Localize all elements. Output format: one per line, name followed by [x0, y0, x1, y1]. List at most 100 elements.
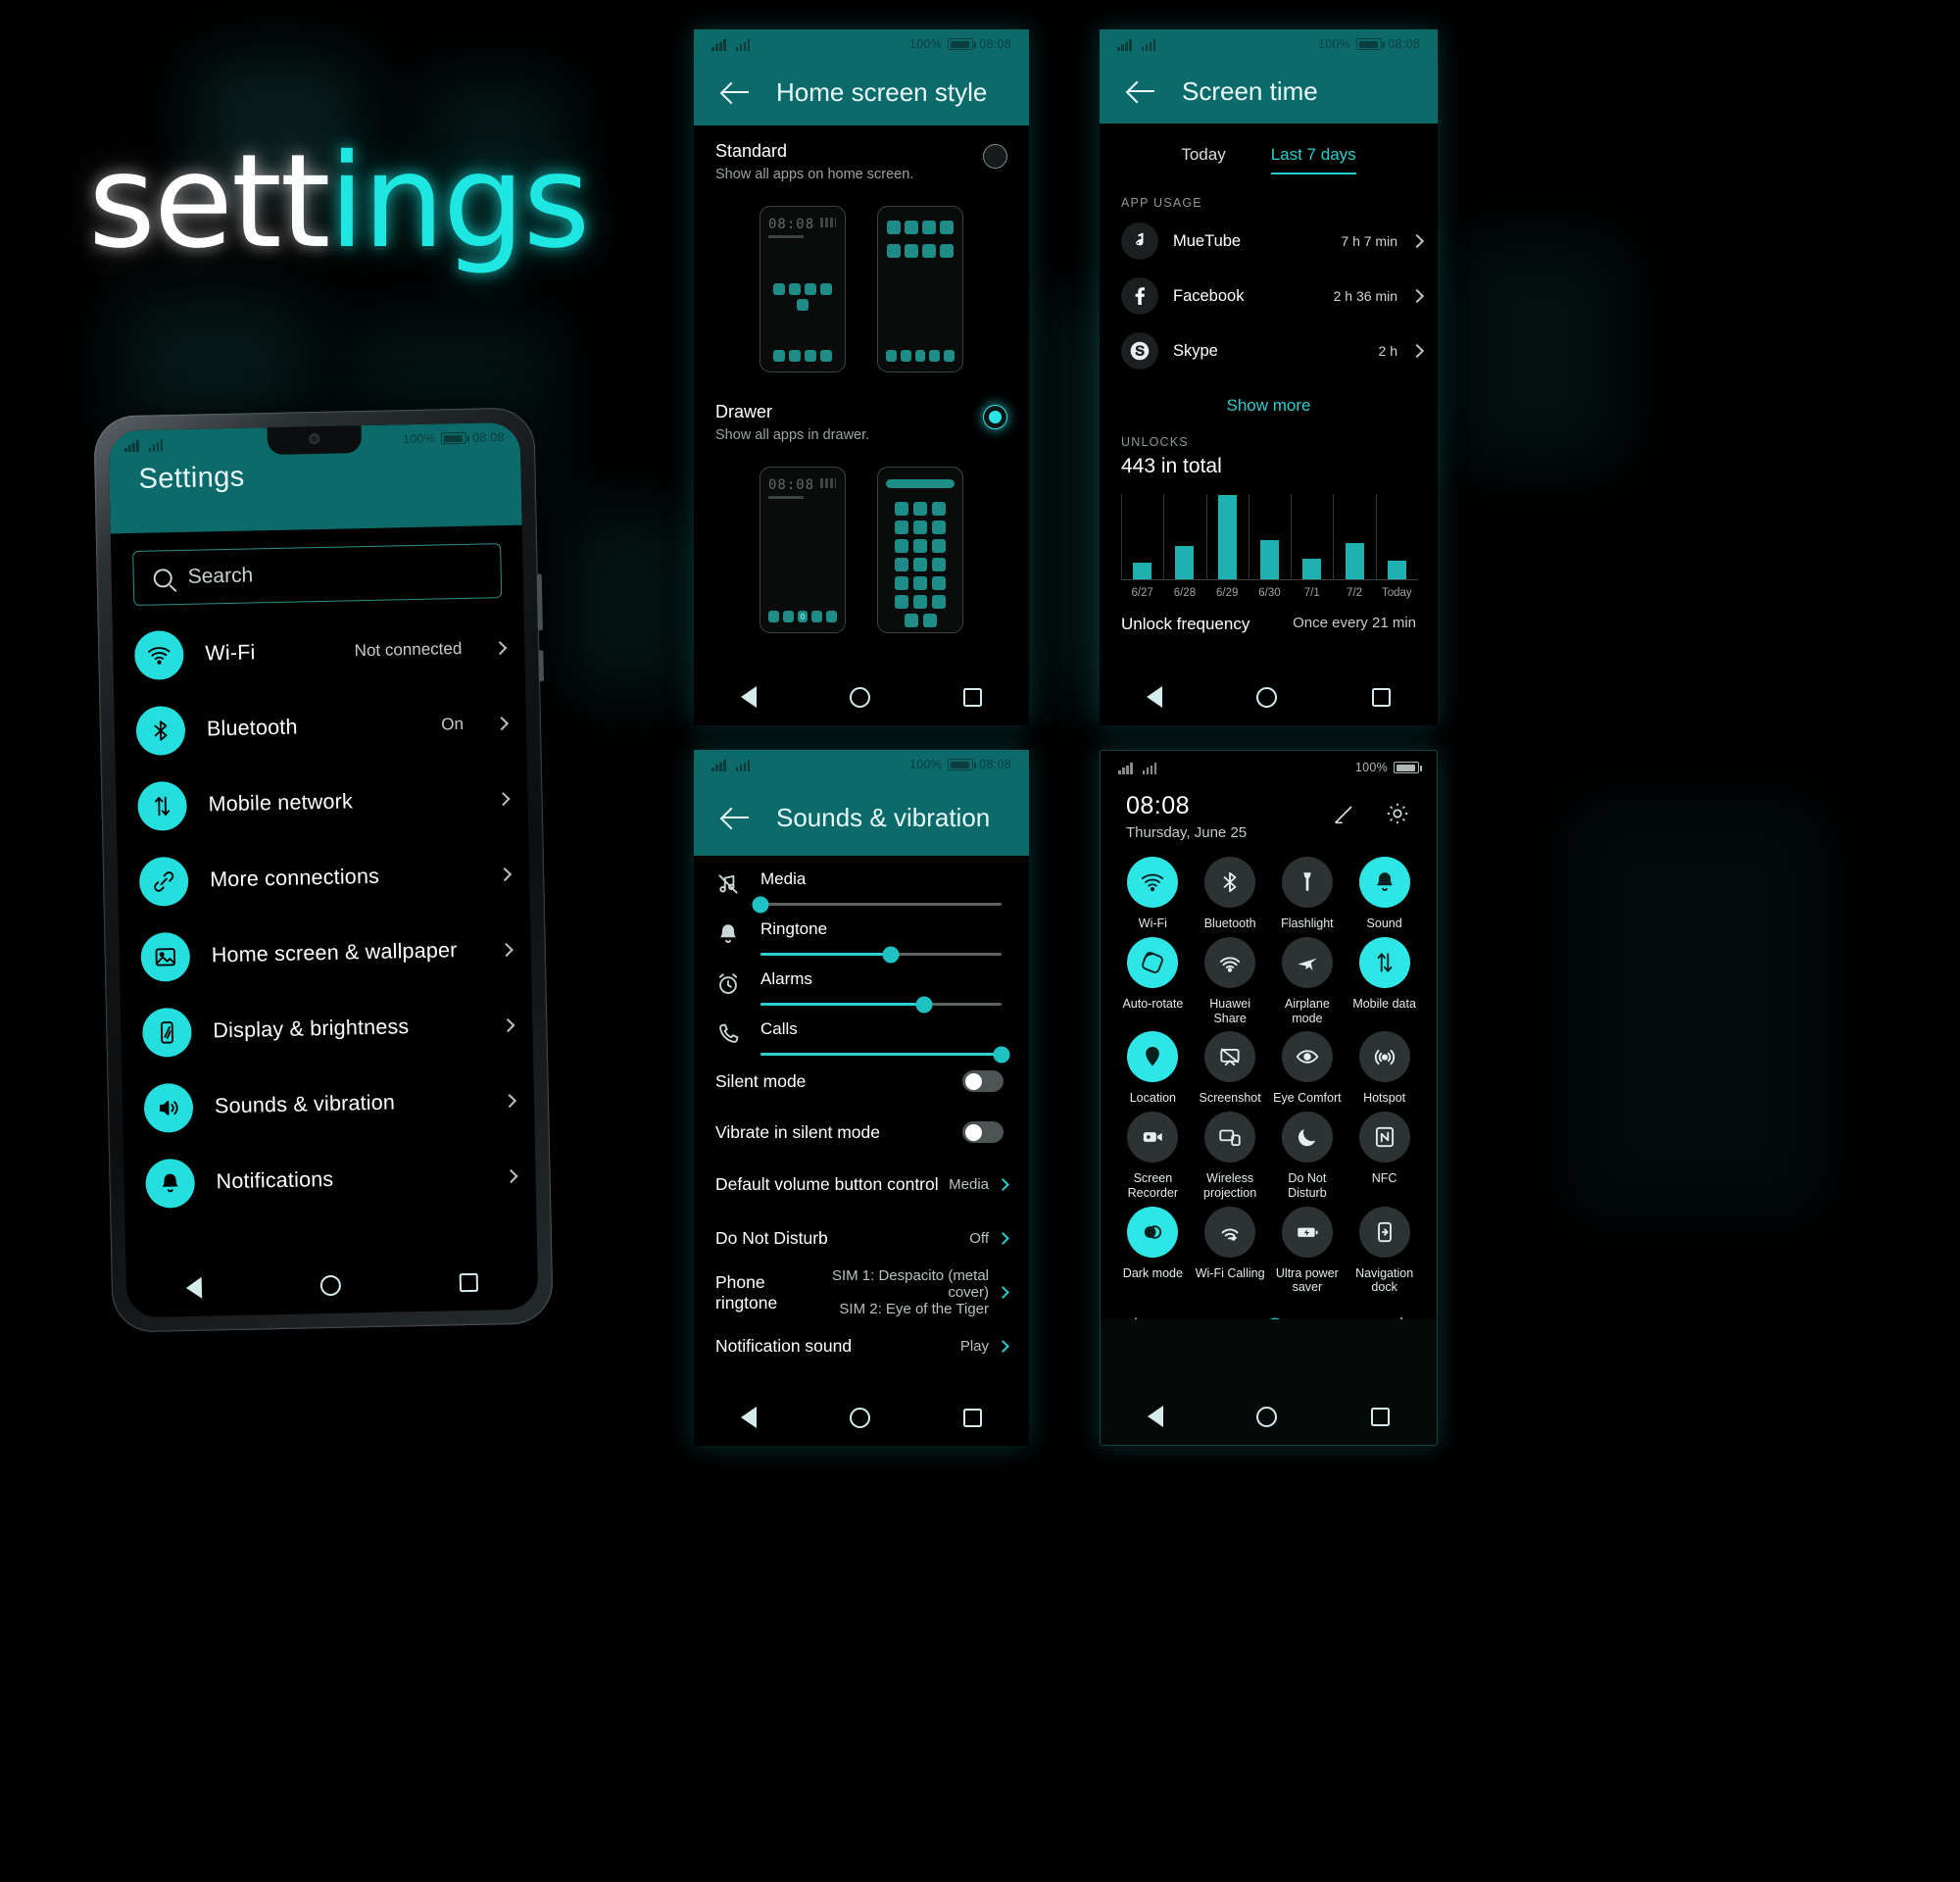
- radio-drawer[interactable]: [983, 405, 1007, 429]
- battery-bolt-icon[interactable]: [1281, 1206, 1333, 1258]
- settings-row[interactable]: Display & brightness: [121, 987, 534, 1071]
- back-triangle-icon[interactable]: [1147, 1406, 1163, 1427]
- recents-square-icon[interactable]: [963, 687, 983, 707]
- qs-tile-dark-mode[interactable]: Dark mode: [1114, 1206, 1192, 1296]
- qs-tile-huawei-share[interactable]: Huawei Share: [1192, 936, 1269, 1026]
- recents-square-icon[interactable]: [963, 1408, 983, 1427]
- chart-gridline: [1248, 494, 1250, 579]
- back-arrow-icon[interactable]: [721, 803, 751, 832]
- qs-tile-location[interactable]: Location: [1114, 1031, 1192, 1106]
- cast-icon[interactable]: [1204, 1112, 1256, 1163]
- wifi-calling-icon[interactable]: [1204, 1206, 1256, 1258]
- qs-tile-label: Sound: [1366, 916, 1402, 930]
- app-usage-row[interactable]: Facebook 2 h 36 min: [1100, 269, 1438, 323]
- tab-today[interactable]: Today: [1181, 145, 1225, 174]
- edit-pencil-icon[interactable]: [1331, 800, 1358, 827]
- app-usage-row[interactable]: MueTube 7 h 7 min: [1100, 214, 1438, 269]
- qs-tile-airplane-mode[interactable]: Airplane mode: [1269, 936, 1347, 1026]
- qs-tile-auto-rotate[interactable]: Auto-rotate: [1114, 936, 1192, 1026]
- gear-icon[interactable]: [1384, 800, 1411, 827]
- volume-slider-ringtone[interactable]: [760, 946, 1002, 963]
- huawei-share-icon[interactable]: [1204, 936, 1256, 988]
- moon-icon[interactable]: [1281, 1112, 1333, 1163]
- qs-tile-screenshot[interactable]: Screenshot: [1192, 1031, 1269, 1106]
- toggle-switch[interactable]: [962, 1070, 1004, 1092]
- link-row[interactable]: Notification sound Play: [694, 1319, 1029, 1373]
- qs-tile-eye-comfort[interactable]: Eye Comfort: [1269, 1031, 1347, 1106]
- bluetooth-icon[interactable]: [1204, 857, 1256, 908]
- qs-tile-mobile-data[interactable]: Mobile data: [1346, 936, 1423, 1026]
- show-more-button[interactable]: Show more: [1100, 378, 1438, 421]
- preview-app-row: [886, 221, 955, 234]
- settings-row[interactable]: Wi-Fi Not connected: [113, 610, 526, 694]
- settings-row[interactable]: Sounds & vibration: [122, 1063, 535, 1147]
- wifi-icon[interactable]: [1127, 857, 1179, 908]
- search-input[interactable]: Search: [132, 543, 503, 606]
- back-arrow-icon[interactable]: [721, 77, 751, 107]
- hotspot-icon[interactable]: [1358, 1031, 1410, 1083]
- tab-last-7-days[interactable]: Last 7 days: [1270, 145, 1356, 174]
- volume-slider-calls[interactable]: [760, 1046, 1010, 1063]
- toggle-row[interactable]: Vibrate in silent mode: [694, 1107, 1029, 1158]
- toggle-row[interactable]: Silent mode: [694, 1056, 1029, 1107]
- recents-square-icon[interactable]: [1371, 1407, 1391, 1426]
- preview-home-2: [877, 206, 963, 372]
- flashlight-icon[interactable]: [1281, 857, 1333, 908]
- video-camera-icon[interactable]: [1127, 1112, 1179, 1163]
- home-circle-icon[interactable]: [849, 686, 870, 708]
- airplane-icon[interactable]: [1281, 936, 1333, 988]
- auto-rotate-icon[interactable]: [1127, 936, 1179, 988]
- qs-tile-sound[interactable]: Sound: [1346, 857, 1423, 931]
- home-circle-icon[interactable]: [319, 1274, 342, 1296]
- home-style-option-standard[interactable]: Standard Show all apps on home screen.: [694, 125, 1029, 182]
- qs-tile-bluetooth[interactable]: Bluetooth: [1192, 857, 1269, 931]
- home-style-option-drawer[interactable]: Drawer Show all apps in drawer.: [694, 372, 1029, 443]
- back-triangle-icon[interactable]: [740, 1407, 757, 1428]
- link-row[interactable]: Phone ringtone SIM 1: Despacito (metal co…: [694, 1265, 1029, 1319]
- back-arrow-icon[interactable]: [1127, 76, 1156, 106]
- nfc-icon[interactable]: [1358, 1112, 1410, 1163]
- settings-row[interactable]: Notifications: [123, 1138, 537, 1222]
- dark-mode-icon[interactable]: [1127, 1206, 1179, 1258]
- screenshot-icon[interactable]: [1204, 1031, 1256, 1083]
- radio-standard[interactable]: [983, 144, 1007, 169]
- volume-slider-media[interactable]: [752, 896, 1002, 913]
- qs-tile-nfc[interactable]: NFC: [1346, 1112, 1423, 1201]
- qs-tile-wi-fi-calling[interactable]: Wi-Fi Calling: [1192, 1206, 1269, 1296]
- toggle-switch[interactable]: [962, 1121, 1004, 1143]
- mobile-data-icon[interactable]: [1358, 936, 1410, 988]
- recents-square-icon[interactable]: [459, 1272, 479, 1292]
- qs-tile-screen-recorder[interactable]: Screen Recorder: [1114, 1112, 1192, 1201]
- settings-row[interactable]: Bluetooth On: [114, 685, 527, 769]
- bell-icon[interactable]: [1358, 857, 1410, 908]
- back-triangle-icon[interactable]: [740, 686, 757, 708]
- qs-tile-ultra-power-saver[interactable]: Ultra power saver: [1269, 1206, 1347, 1296]
- app-usage-row[interactable]: Skype 2 h: [1100, 323, 1438, 378]
- settings-row[interactable]: More connections: [117, 836, 530, 920]
- location-pin-icon[interactable]: [1127, 1031, 1179, 1083]
- volume-slider-alarms[interactable]: [760, 996, 1002, 1013]
- qs-tile-wi-fi[interactable]: Wi-Fi: [1114, 857, 1192, 931]
- link-row[interactable]: Do Not Disturb Off: [694, 1212, 1029, 1265]
- navigation-dock-icon[interactable]: [1358, 1206, 1410, 1258]
- home-circle-icon[interactable]: [1256, 686, 1278, 708]
- link-row[interactable]: Default volume button control Media: [694, 1158, 1029, 1212]
- qs-tile-do-not-disturb[interactable]: Do Not Disturb: [1269, 1112, 1347, 1201]
- settings-row[interactable]: Mobile network: [116, 761, 529, 845]
- status-clock: 08:08: [979, 37, 1011, 51]
- eye-icon[interactable]: [1281, 1031, 1333, 1083]
- volume-button[interactable]: [536, 573, 543, 631]
- qs-tile-navigation-dock[interactable]: Navigation dock: [1346, 1206, 1423, 1296]
- settings-row[interactable]: Home screen & wallpaper: [119, 912, 532, 996]
- qs-tile-wireless-projection[interactable]: Wireless projection: [1192, 1112, 1269, 1201]
- status-clock: 08:08: [1388, 37, 1420, 51]
- home-circle-icon[interactable]: [1256, 1406, 1278, 1427]
- back-triangle-icon[interactable]: [1147, 686, 1163, 708]
- qs-tile-hotspot[interactable]: Hotspot: [1346, 1031, 1423, 1106]
- home-circle-icon[interactable]: [849, 1407, 870, 1428]
- qs-tile-label: Bluetooth: [1203, 916, 1256, 930]
- recents-square-icon[interactable]: [1371, 687, 1391, 707]
- back-triangle-icon[interactable]: [185, 1276, 202, 1300]
- qs-tile-flashlight[interactable]: Flashlight: [1269, 857, 1347, 931]
- power-button[interactable]: [538, 650, 545, 682]
